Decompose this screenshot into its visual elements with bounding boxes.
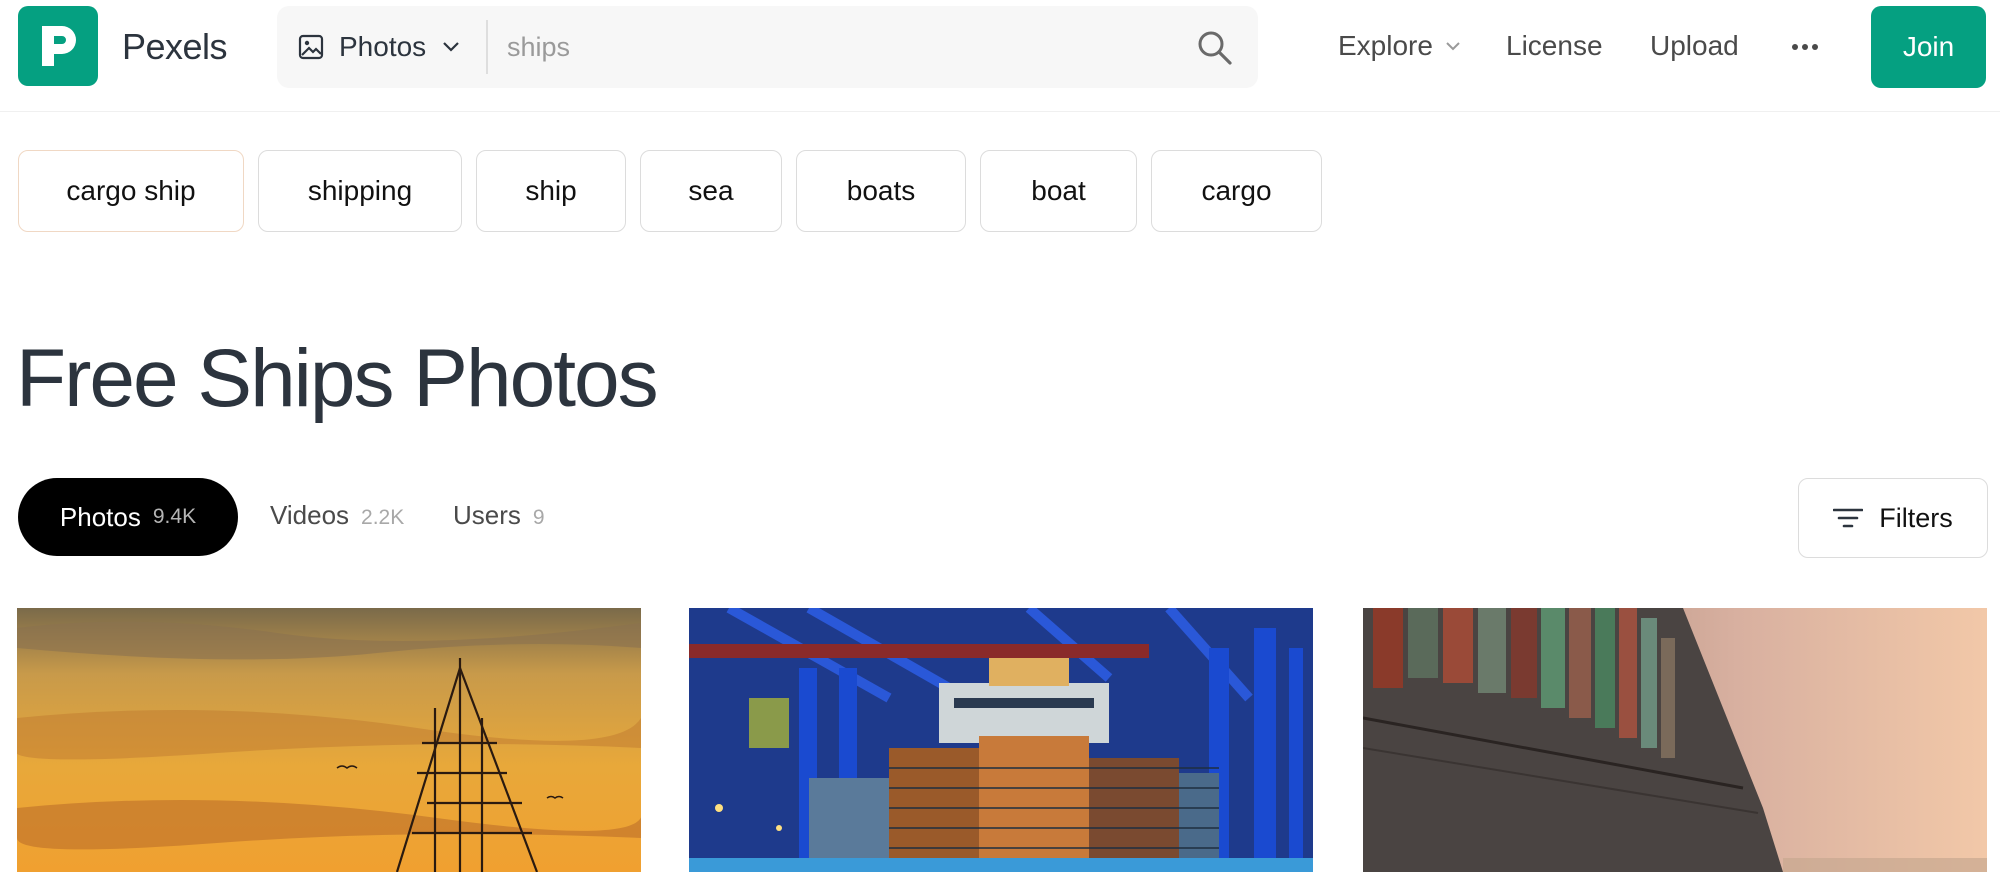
filters-button[interactable]: Filters [1798, 478, 1988, 558]
tab-photos-count: 9.4K [152, 505, 197, 528]
chip-shipping[interactable]: shipping [258, 150, 462, 232]
related-searches: cargo ship shipping ship sea boats boat … [18, 150, 1336, 232]
nav-explore-label: Explore [1338, 30, 1433, 61]
chip-ship[interactable]: ship [476, 150, 626, 232]
brand-name[interactable]: Pexels [122, 26, 228, 68]
top-header: Pexels Photos Explore License Upload [0, 0, 2000, 112]
search-divider [486, 20, 488, 74]
tab-users-label: Users [453, 500, 521, 530]
tab-videos-label: Videos [270, 500, 350, 530]
search-type-label: Photos [339, 31, 427, 62]
tab-videos-count: 2.2K [361, 506, 405, 529]
nav-explore[interactable]: Explore [1338, 30, 1461, 62]
search-icon[interactable] [1195, 28, 1235, 68]
page-title: Free Ships Photos [16, 333, 659, 424]
chip-boats[interactable]: boats [796, 150, 966, 232]
tab-photos-label: Photos [59, 501, 141, 532]
image-icon [298, 34, 324, 60]
join-button[interactable]: Join [1871, 6, 1986, 88]
photo-container-ship-hull[interactable] [1363, 608, 1987, 872]
chip-cargo[interactable]: cargo [1151, 150, 1322, 232]
search-type-dropdown[interactable]: Photos [297, 6, 467, 88]
nav-license[interactable]: License [1506, 30, 1603, 62]
filters-label: Filters [1879, 502, 1953, 533]
chip-boat[interactable]: boat [980, 150, 1137, 232]
photo-container-ship-port-night[interactable] [689, 608, 1313, 872]
search-bar: Photos [277, 6, 1258, 88]
chip-cargo-ship[interactable]: cargo ship [18, 150, 244, 232]
tab-photos[interactable]: Photos 9.4K [18, 478, 238, 556]
filter-icon [1833, 508, 1864, 528]
nav-upload[interactable]: Upload [1650, 30, 1739, 62]
tab-videos[interactable]: Videos 2.2K [270, 500, 404, 531]
search-input[interactable] [507, 22, 1147, 72]
tab-users[interactable]: Users 9 [453, 500, 545, 531]
photo-tall-ship-sunset[interactable] [17, 608, 641, 872]
tab-users-count: 9 [532, 506, 545, 529]
more-icon[interactable] [1790, 32, 1820, 62]
pexels-logo-icon[interactable] [18, 6, 98, 86]
chevron-down-icon [443, 42, 459, 52]
chevron-down-icon [1446, 42, 1460, 51]
chip-sea[interactable]: sea [640, 150, 782, 232]
